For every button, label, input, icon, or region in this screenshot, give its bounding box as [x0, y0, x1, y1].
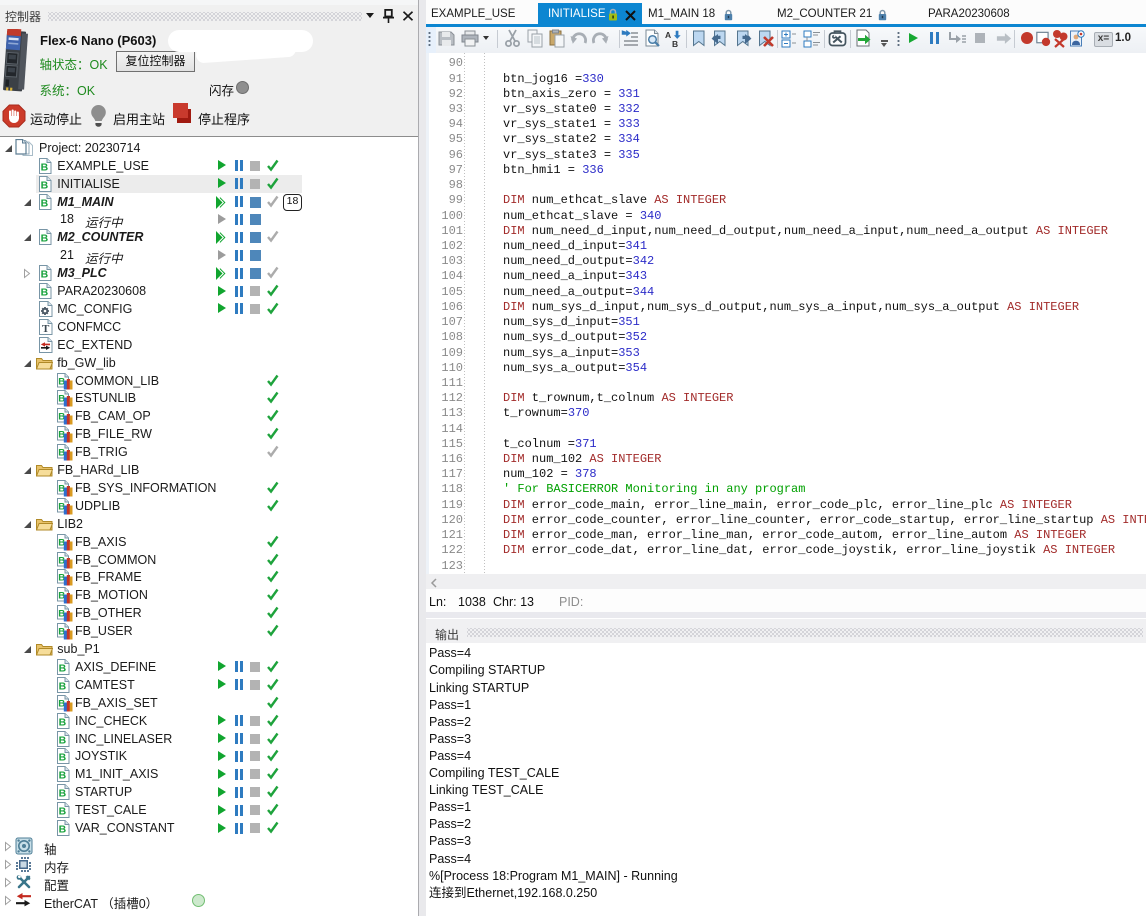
svg-text:B: B — [59, 662, 67, 674]
svg-text:T: T — [42, 323, 50, 335]
svg-text:B: B — [59, 806, 67, 818]
svg-text:B: B — [672, 39, 678, 48]
svg-text:B: B — [41, 161, 49, 173]
svg-text:B: B — [59, 824, 67, 836]
svg-text:B: B — [59, 770, 67, 782]
svg-text:B: B — [59, 788, 67, 800]
svg-text:B: B — [41, 179, 49, 191]
svg-text:B: B — [59, 752, 67, 764]
svg-text:B: B — [41, 269, 49, 281]
svg-text:B: B — [59, 716, 67, 728]
svg-text:B: B — [59, 734, 67, 746]
svg-text:A: A — [665, 30, 671, 40]
svg-text:B: B — [41, 197, 49, 209]
svg-text:B: B — [59, 680, 67, 692]
svg-text:B: B — [41, 287, 49, 299]
svg-text:B: B — [41, 233, 49, 245]
